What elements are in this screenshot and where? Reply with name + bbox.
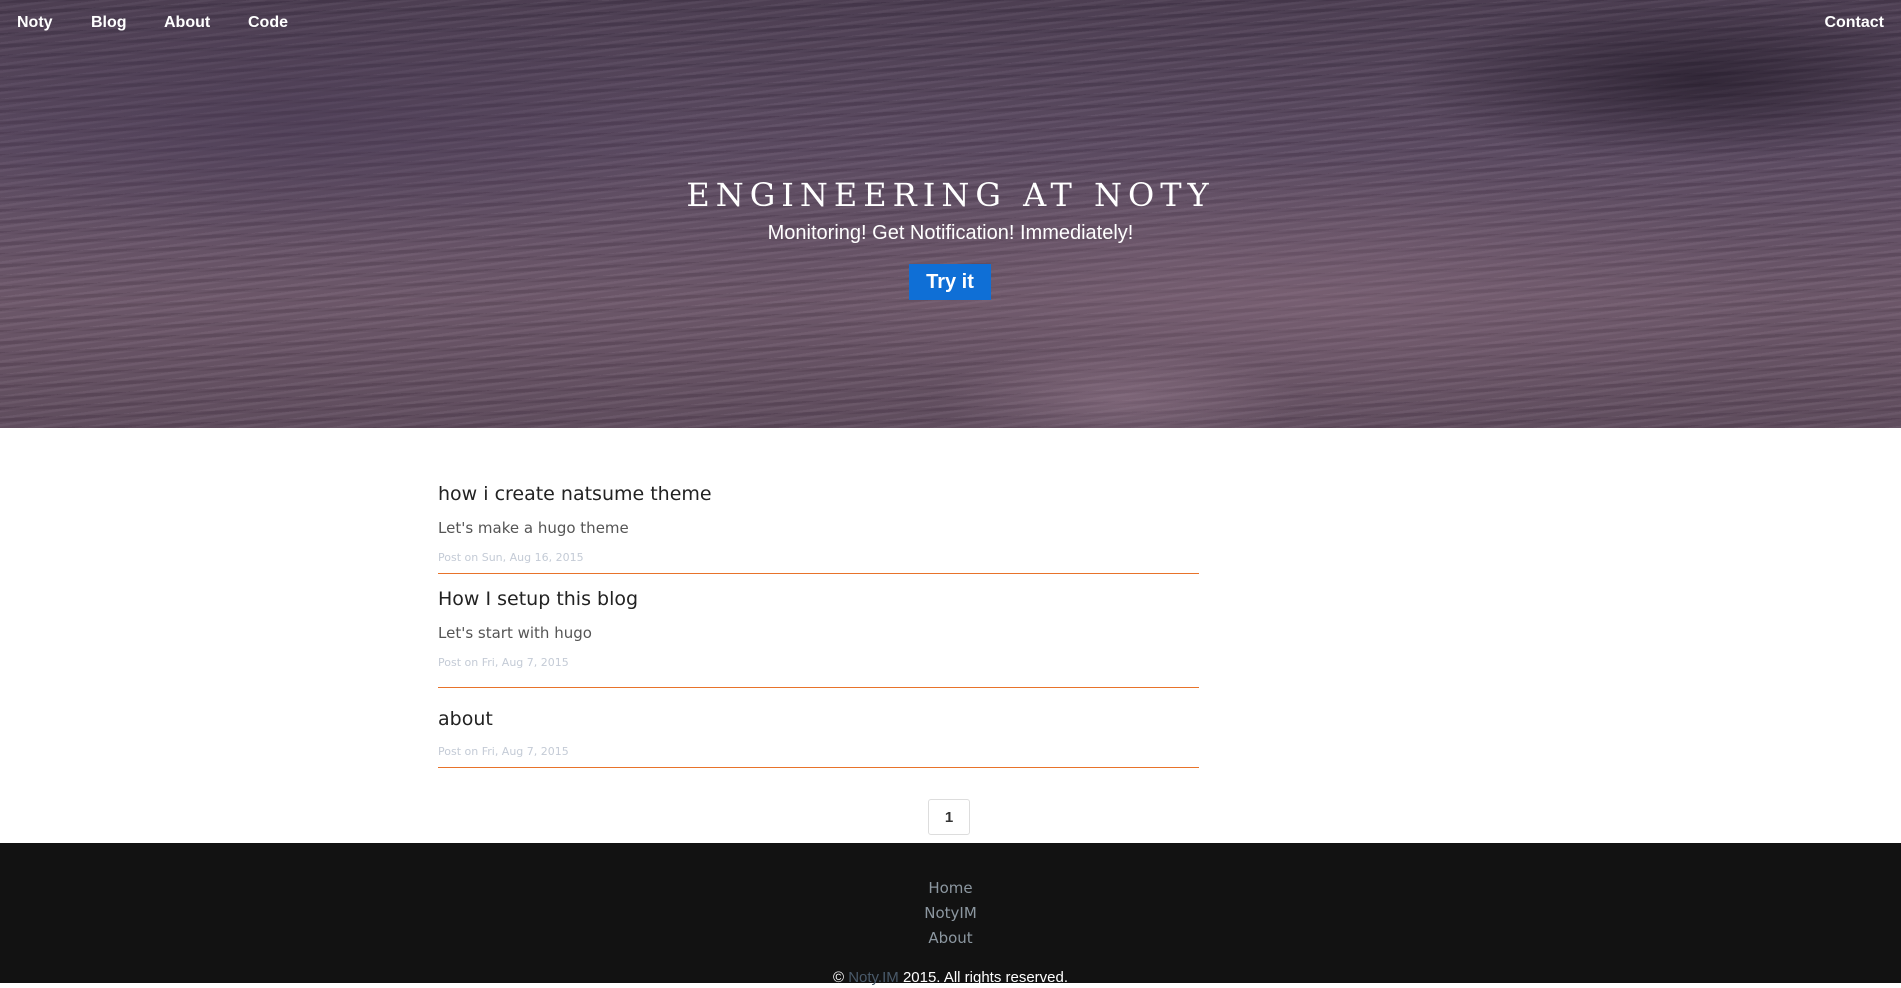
nav-about-link[interactable]: About [164,14,210,32]
post-date: Post on Fri, Aug 7, 2015 [438,656,569,669]
post-item: how i create natsume theme Let's make a … [438,470,1199,574]
copyright-suffix: 2015. All rights reserved. [902,969,1069,986]
try-it-button[interactable]: Try it [909,264,991,300]
hero-subtitle: Monitoring! Get Notification! Immediatel… [767,222,1134,244]
footer-notyim-link[interactable]: NotyIM [0,903,1901,923]
top-nav: Noty Blog About Code Contact [0,0,1901,48]
post-list: how i create natsume theme Let's make a … [438,470,1199,768]
footer-about-link[interactable]: About [0,928,1901,948]
copyright-symbol: © [832,969,845,986]
nav-contact-link[interactable]: Contact [1824,14,1884,32]
post-date: Post on Sun, Aug 16, 2015 [438,551,584,564]
post-title-link[interactable]: about [438,707,493,731]
copyright-text: © Noty.IM 2015. All rights reserved. [0,968,1901,988]
footer-home-link[interactable]: Home [0,878,1901,898]
hero-title: Engineering at Noty [686,176,1215,214]
post-title-link[interactable]: How I setup this blog [438,587,638,611]
pagination-page-1[interactable]: 1 [928,799,970,835]
post-date: Post on Fri, Aug 7, 2015 [438,745,569,758]
post-item: How I setup this blog Let's start with h… [438,574,1199,688]
nav-blog-link[interactable]: Blog [91,14,127,32]
site-footer: Home NotyIM About © Noty.IM 2015. All ri… [0,843,1901,986]
hero-banner: Noty Blog About Code Contact Engineering… [0,0,1901,428]
post-summary: Let's make a hugo theme [438,519,629,537]
post-summary: Let's start with hugo [438,624,592,642]
post-item: about Post on Fri, Aug 7, 2015 [438,688,1199,768]
copyright-brand-link[interactable]: Noty.IM [848,969,899,986]
post-title-link[interactable]: how i create natsume theme [438,482,712,506]
nav-brand-link[interactable]: Noty [17,14,53,32]
nav-code-link[interactable]: Code [248,14,288,32]
